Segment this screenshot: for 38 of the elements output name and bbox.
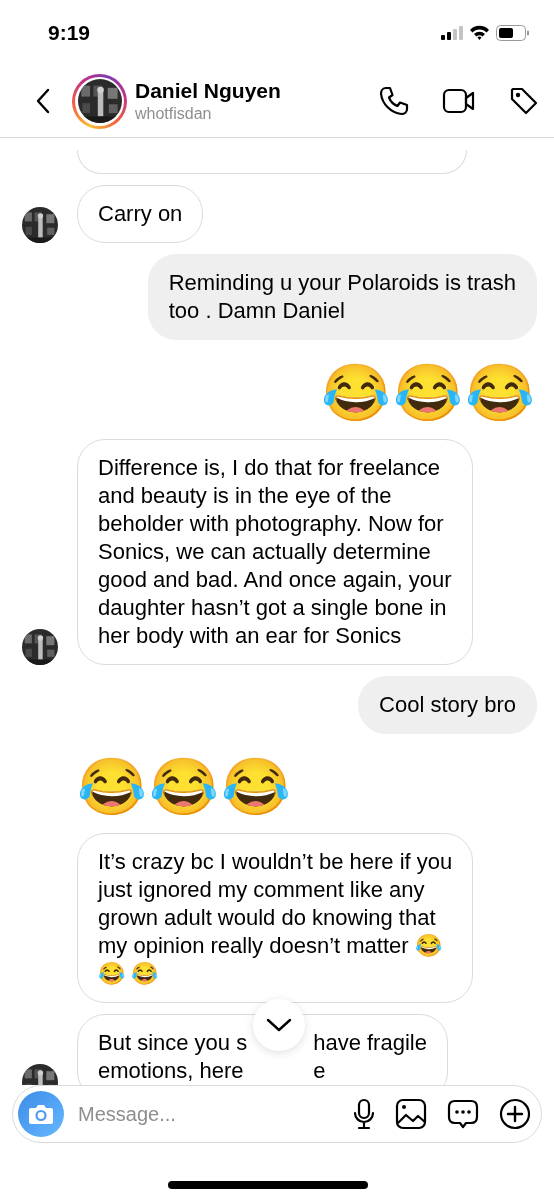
battery-icon xyxy=(496,24,530,41)
call-button[interactable] xyxy=(378,85,410,117)
wifi-icon xyxy=(469,25,490,40)
voice-button[interactable] xyxy=(353,1098,375,1130)
chat-bubble-icon xyxy=(447,1098,479,1130)
camera-icon xyxy=(28,1103,54,1125)
microphone-icon xyxy=(353,1098,375,1130)
add-button[interactable] xyxy=(499,1098,531,1130)
signal-icon xyxy=(441,25,463,40)
emoji-message: 😂😂😂 xyxy=(77,754,293,820)
scroll-down-button[interactable] xyxy=(253,999,305,1051)
message-bubble: Cool story bro xyxy=(358,676,537,734)
status-time: 9:19 xyxy=(48,20,91,45)
message-bubble: It’s crazy bc I wouldn’t be here if you just ignored my comment like any grown adult would do knowing that my opinion really doesn’t matter 😂 😂 😂 xyxy=(77,833,474,1003)
sticker-button[interactable] xyxy=(447,1098,479,1130)
message-bubble: Carry on xyxy=(77,185,204,243)
avatar-ring[interactable] xyxy=(72,73,127,129)
message-text: But since you s xyxy=(98,1029,248,1057)
message-bubble: Difference is, I do that for freelance and beauty is in the eye of the beholder with photography. Now for Sonics, we can actually determine good and bad. And once again, your daughter hasn’t got a single bone in her body with an ear for Sonics xyxy=(77,439,473,665)
tag-button[interactable] xyxy=(508,85,540,117)
tag-icon xyxy=(508,85,540,117)
contact-name: Daniel Nguyen xyxy=(135,79,282,103)
message-bubble: Reminding u your Polaroids is trash too . Damn Daniel xyxy=(147,254,537,340)
message-text: emotions, here xyxy=(98,1057,245,1085)
phone-icon xyxy=(378,85,410,117)
gallery-button[interactable] xyxy=(395,1098,427,1130)
message-text: e xyxy=(313,1057,327,1085)
video-call-button[interactable] xyxy=(442,87,476,115)
message-text: have fragile xyxy=(313,1029,427,1057)
contact-username: whotfisdan xyxy=(135,105,213,123)
image-icon xyxy=(395,1098,427,1130)
emoji-message: 😂😂😂 xyxy=(321,360,537,426)
camera-button[interactable] xyxy=(18,1091,64,1137)
chevron-down-icon xyxy=(266,1018,292,1032)
back-icon xyxy=(36,88,50,114)
plus-icon xyxy=(499,1098,531,1130)
back-button[interactable] xyxy=(36,88,50,114)
video-camera-icon xyxy=(442,87,476,115)
